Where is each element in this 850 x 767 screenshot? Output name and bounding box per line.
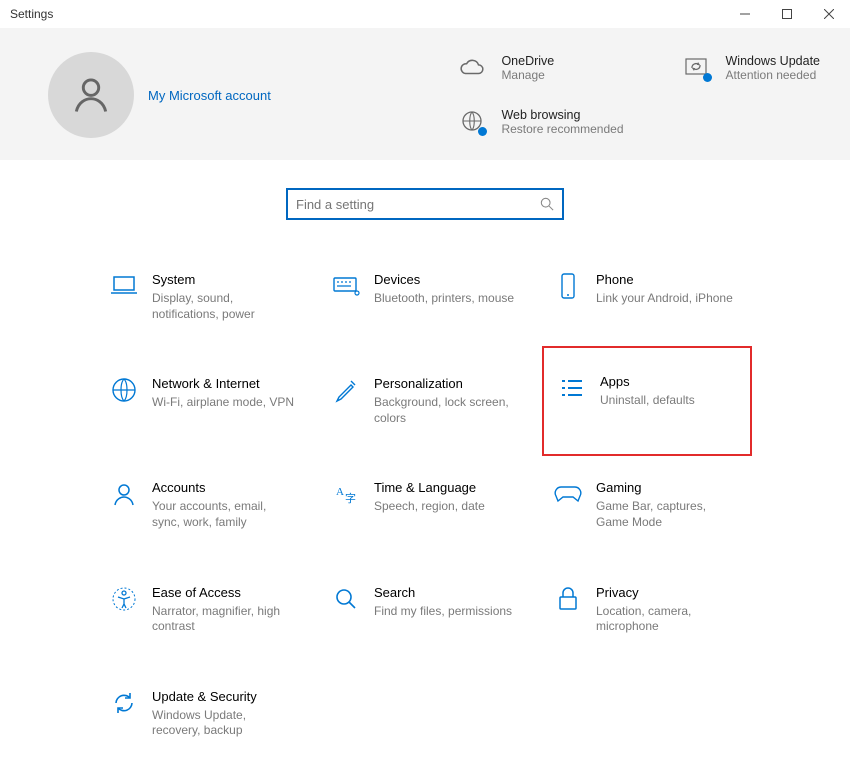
category-network-internet[interactable]: Network & Internet Wi-Fi, airplane mode, … (98, 368, 308, 434)
category-sub: Speech, region, date (374, 499, 485, 515)
quick-sub: Manage (501, 68, 554, 82)
category-title: Privacy (596, 585, 740, 600)
category-time-language[interactable]: A字 Time & Language Speech, region, date (320, 472, 530, 538)
quick-windows-update[interactable]: Windows Update Attention needed (684, 54, 821, 82)
category-title: Search (374, 585, 512, 600)
category-personalization[interactable]: Personalization Background, lock screen, … (320, 368, 530, 434)
quick-label: Windows Update (726, 54, 821, 68)
category-sub: Bluetooth, printers, mouse (374, 291, 514, 307)
microsoft-account-link[interactable]: My Microsoft account (148, 88, 271, 103)
avatar[interactable] (48, 52, 134, 138)
category-sub: Game Bar, captures, Game Mode (596, 499, 740, 530)
search-area (0, 160, 850, 220)
category-sub: Narrator, magnifier, high contrast (152, 604, 296, 635)
category-accounts[interactable]: Accounts Your accounts, email, sync, work… (98, 472, 308, 538)
maximize-button[interactable] (766, 0, 808, 28)
search-input[interactable] (296, 197, 540, 212)
window-controls (724, 0, 850, 28)
quick-label: Web browsing (501, 108, 623, 122)
category-title: Personalization (374, 376, 518, 391)
quick-web-browsing[interactable]: Web browsing Restore recommended (459, 108, 623, 136)
category-devices[interactable]: Devices Bluetooth, printers, mouse (320, 264, 530, 330)
category-ease-of-access[interactable]: Ease of Access Narrator, magnifier, high … (98, 577, 308, 643)
close-button[interactable] (808, 0, 850, 28)
quick-links: OneDrive Manage Windows Update Attention… (459, 54, 820, 136)
categories-grid: System Display, sound, notifications, pow… (0, 220, 850, 767)
category-sub: Location, camera, microphone (596, 604, 740, 635)
category-update-security[interactable]: Update & Security Windows Update, recover… (98, 681, 308, 747)
list-icon (558, 374, 586, 402)
category-sub: Display, sound, notifications, power (152, 291, 296, 322)
lock-icon (554, 585, 582, 613)
category-title: Apps (600, 374, 695, 389)
cloud-icon (459, 54, 485, 80)
category-title: Devices (374, 272, 514, 287)
quick-sub: Restore recommended (501, 122, 623, 136)
window-title: Settings (10, 7, 53, 21)
sync-icon (684, 54, 710, 80)
category-title: System (152, 272, 296, 287)
gamepad-icon (554, 480, 582, 508)
search-box[interactable] (286, 188, 564, 220)
attention-dot-icon (478, 127, 487, 136)
category-sub: Your accounts, email, sync, work, family (152, 499, 296, 530)
category-apps[interactable]: Apps Uninstall, defaults (542, 346, 752, 456)
language-icon: A字 (332, 480, 360, 508)
quick-onedrive[interactable]: OneDrive Manage (459, 54, 623, 82)
refresh-icon (110, 689, 138, 717)
category-privacy[interactable]: Privacy Location, camera, microphone (542, 577, 752, 643)
laptop-icon (110, 272, 138, 300)
category-title: Gaming (596, 480, 740, 495)
category-sub: Background, lock screen, colors (374, 395, 518, 426)
category-phone[interactable]: Phone Link your Android, iPhone (542, 264, 752, 330)
category-sub: Uninstall, defaults (600, 393, 695, 409)
category-gaming[interactable]: Gaming Game Bar, captures, Game Mode (542, 472, 752, 538)
category-sub: Link your Android, iPhone (596, 291, 733, 307)
category-title: Update & Security (152, 689, 296, 704)
globe-icon (110, 376, 138, 404)
category-title: Network & Internet (152, 376, 294, 391)
category-title: Ease of Access (152, 585, 296, 600)
svg-text:字: 字 (345, 491, 356, 505)
svg-text:A: A (336, 486, 344, 498)
quick-sub: Attention needed (726, 68, 821, 82)
title-bar: Settings (0, 0, 850, 28)
attention-dot-icon (703, 73, 712, 82)
globe-icon (459, 108, 485, 134)
category-title: Accounts (152, 480, 296, 495)
category-title: Time & Language (374, 480, 485, 495)
category-title: Phone (596, 272, 733, 287)
category-sub: Windows Update, recovery, backup (152, 708, 296, 739)
keyboard-icon (332, 272, 360, 300)
phone-icon (554, 272, 582, 300)
paintbrush-icon (332, 376, 360, 404)
accessibility-icon (110, 585, 138, 613)
header: My Microsoft account OneDrive Manage Win… (0, 28, 850, 160)
category-sub: Wi-Fi, airplane mode, VPN (152, 395, 294, 411)
quick-label: OneDrive (501, 54, 554, 68)
category-search[interactable]: Search Find my files, permissions (320, 577, 530, 643)
minimize-button[interactable] (724, 0, 766, 28)
category-sub: Find my files, permissions (374, 604, 512, 620)
search-icon (540, 197, 554, 211)
search-icon (332, 585, 360, 613)
person-icon (110, 480, 138, 508)
category-system[interactable]: System Display, sound, notifications, pow… (98, 264, 308, 330)
